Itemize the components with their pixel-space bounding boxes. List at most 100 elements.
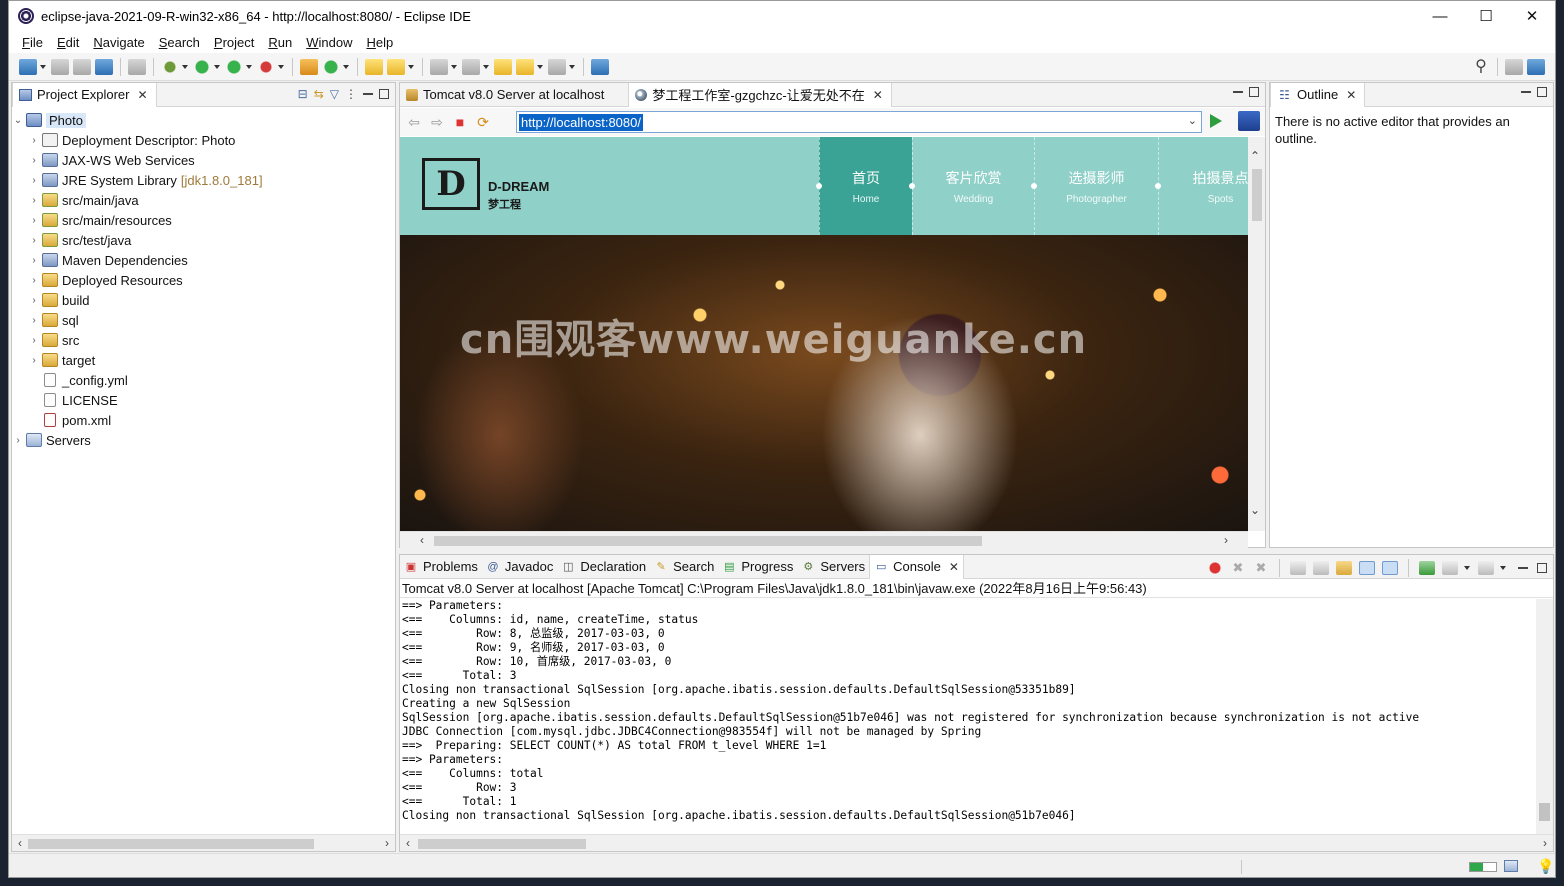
external-tools-icon[interactable] (257, 58, 275, 75)
tab-servers[interactable]: ⚙ Servers (797, 555, 869, 579)
console-output[interactable]: ==> Parameters: <== Columns: id, name, c… (402, 599, 1533, 823)
chevron-right-icon[interactable]: › (28, 275, 40, 286)
clear-console-icon[interactable] (1290, 561, 1306, 575)
open-type-icon[interactable] (365, 58, 383, 75)
menu-search[interactable]: Search (152, 35, 207, 50)
scroll-right-icon[interactable]: › (1537, 835, 1553, 852)
forward-arrow-icon[interactable]: ⇨ (429, 114, 445, 130)
nav-spots[interactable]: 拍摄景点 Spots (1158, 137, 1248, 235)
save-all-icon[interactable] (73, 58, 91, 75)
run-icon[interactable] (193, 58, 211, 75)
external-tools-dropdown-icon[interactable] (278, 64, 284, 69)
chevron-right-icon[interactable]: › (28, 175, 40, 186)
scroll-thumb[interactable] (28, 839, 314, 849)
refresh-icon[interactable]: ⟳ (475, 114, 491, 130)
chevron-right-icon[interactable]: › (28, 355, 40, 366)
tree-item[interactable]: › target (12, 350, 395, 370)
link-with-editor-icon[interactable]: ⇆ (314, 87, 324, 101)
maximize-view-icon[interactable] (1249, 87, 1259, 97)
console-vertical-scrollbar[interactable] (1536, 599, 1553, 839)
search-icon[interactable]: ⚲ (1472, 58, 1490, 75)
tree-item[interactable]: › sql (12, 310, 395, 330)
chevron-right-icon[interactable]: › (28, 215, 40, 226)
url-input[interactable]: http://localhost:8080/ ⌄ (516, 111, 1202, 133)
minimize-view-icon[interactable] (363, 93, 373, 95)
tree-item[interactable]: › src/test/java (12, 230, 395, 250)
tip-lightbulb-icon[interactable]: 💡 (1537, 858, 1554, 875)
minimize-view-icon[interactable] (1521, 91, 1531, 93)
terminate-icon[interactable] (1207, 561, 1223, 575)
explorer-horizontal-scrollbar[interactable]: ‹ › (12, 834, 395, 851)
tab-progress[interactable]: ▤ Progress (718, 555, 797, 579)
site-logo[interactable]: D (422, 158, 480, 210)
tree-item[interactable]: › Deployment Descriptor: Photo (12, 130, 395, 150)
terminal-icon[interactable] (95, 58, 113, 75)
scroll-thumb[interactable] (418, 839, 586, 849)
tab-browser[interactable]: 梦工程工作室-gzgchzc-让爱无处不在 ✕ (628, 82, 892, 107)
previous-annotation-icon[interactable] (462, 58, 480, 75)
back-arrow-icon[interactable]: ⇦ (406, 114, 422, 130)
new-java-project-icon[interactable] (300, 58, 318, 75)
tree-item[interactable]: LICENSE (12, 390, 395, 410)
scroll-thumb[interactable] (434, 536, 982, 546)
new-dropdown-icon[interactable] (40, 64, 46, 69)
remove-launch-icon[interactable]: ✖ (1230, 561, 1246, 575)
chevron-right-icon[interactable]: › (28, 195, 40, 206)
run-dropdown-icon[interactable] (214, 64, 220, 69)
scroll-left-icon[interactable]: ‹ (12, 835, 28, 852)
scroll-thumb[interactable] (1252, 169, 1262, 221)
close-icon[interactable]: ✕ (873, 88, 883, 102)
coverage-dropdown-icon[interactable] (246, 64, 252, 69)
minimize-view-icon[interactable] (1233, 91, 1243, 93)
heap-status-icon[interactable] (1469, 862, 1497, 872)
tree-item[interactable]: › src/main/java (12, 190, 395, 210)
pin-editor-icon[interactable] (591, 58, 609, 75)
scroll-thumb[interactable] (1539, 803, 1550, 821)
next-annotation-icon[interactable] (430, 58, 448, 75)
tab-console[interactable]: ▭ Console ✕ (869, 554, 964, 579)
close-button[interactable]: ✕ (1509, 1, 1555, 31)
chevron-right-icon[interactable]: › (28, 135, 40, 146)
tab-search[interactable]: ✎ Search (650, 555, 718, 579)
remove-all-terminated-icon[interactable]: ✖ (1253, 561, 1269, 575)
view-menu-icon[interactable]: ⋮ (345, 87, 357, 101)
skip-breakpoints-icon[interactable] (128, 58, 146, 75)
stop-icon[interactable]: ■ (452, 114, 468, 130)
menu-help[interactable]: Help (359, 35, 400, 50)
coverage-icon[interactable] (225, 58, 243, 75)
chevron-right-icon[interactable]: › (28, 155, 40, 166)
nav-photographer[interactable]: 选摄影师 Photographer (1034, 137, 1158, 235)
menu-edit[interactable]: Edit (50, 35, 86, 50)
minimize-button[interactable]: — (1417, 1, 1463, 31)
menu-file[interactable]: File (15, 35, 50, 50)
pin-console-icon[interactable] (1419, 561, 1435, 575)
tab-tomcat-server[interactable]: Tomcat v8.0 Server at localhost (400, 83, 612, 107)
tree-item[interactable]: › src (12, 330, 395, 350)
menu-window[interactable]: Window (299, 35, 359, 50)
tree-item[interactable]: _config.yml (12, 370, 395, 390)
chevron-down-icon[interactable]: ⌄ (12, 115, 24, 126)
collapse-all-icon[interactable]: ⊟ (298, 87, 308, 101)
menu-run[interactable]: Run (261, 35, 299, 50)
network-icon[interactable] (1504, 860, 1518, 872)
scroll-left-icon[interactable]: ‹ (400, 835, 416, 852)
next-annotation-dropdown-icon[interactable] (451, 64, 457, 69)
scroll-up-icon[interactable]: ⌃ (1250, 149, 1260, 163)
open-console-icon[interactable] (1478, 561, 1494, 575)
scroll-lock-icon[interactable] (1313, 561, 1329, 575)
close-icon[interactable]: ✕ (1346, 88, 1356, 102)
close-icon[interactable]: ✕ (137, 88, 147, 102)
tree-item[interactable]: pom.xml (12, 410, 395, 430)
tab-javadoc[interactable]: @ Javadoc (482, 555, 557, 579)
open-perspective-icon[interactable] (1505, 58, 1523, 75)
minimize-view-icon[interactable] (1518, 567, 1528, 569)
new-class-icon[interactable] (322, 58, 340, 75)
maximize-view-icon[interactable] (1537, 563, 1547, 573)
tree-item[interactable]: › src/main/resources (12, 210, 395, 230)
debug-dropdown-icon[interactable] (182, 64, 188, 69)
new-icon[interactable] (19, 58, 37, 75)
chevron-right-icon[interactable]: › (28, 335, 40, 346)
tree-item[interactable]: › JAX-WS Web Services (12, 150, 395, 170)
scroll-down-icon[interactable]: ⌄ (1250, 503, 1260, 517)
nav-home[interactable]: 首页 Home (819, 137, 912, 235)
